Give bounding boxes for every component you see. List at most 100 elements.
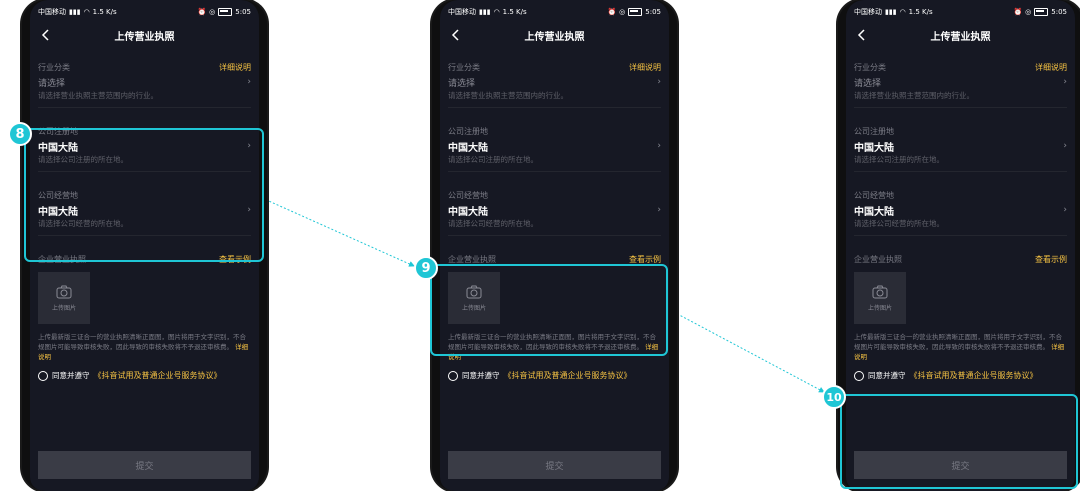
license-section: 企业营业执照 查看示例 上传图片 上传最新版三证合一的营业执照清晰正面图，图片将… [38,252,251,362]
battery-icon [628,8,643,16]
example-link[interactable]: 查看示例 [1035,254,1067,265]
wifi-icon: ◠ [83,7,90,16]
location-icon: ◎ [209,7,216,16]
alarm-icon: ⏰ [607,7,617,16]
chevron-left-icon[interactable] [38,27,54,43]
registered-section: 公司注册地 中国大陆 › 请选择公司注册的所在地。 [854,124,1067,172]
carrier-label: 中国移动 [854,8,882,16]
agreement-row[interactable]: 同意并遵守 《抖音试用及普通企业号服务协议》 [448,370,661,381]
camera-icon [872,285,888,298]
camera-icon [56,285,72,298]
operating-select[interactable]: 中国大陆 › [854,202,1067,218]
registered-value: 中国大陆 [854,142,894,154]
industry-label: 行业分类 [38,62,70,72]
industry-label: 行业分类 [448,62,480,72]
chevron-left-icon[interactable] [448,27,464,43]
page-title: 上传营业执照 [524,31,585,43]
license-label: 企业营业执照 [448,254,496,264]
chevron-right-icon: › [1063,141,1067,151]
page-title: 上传营业执照 [114,31,175,43]
industry-section: 行业分类 详细说明 请选择 › 请选择营业执照主营范围内的行业。 [448,60,661,108]
agreement-link[interactable]: 《抖音试用及普通企业号服务协议》 [94,370,222,381]
registered-value: 中国大陆 [448,142,488,154]
clock: 5:05 [1051,8,1067,16]
nav-bar: 上传营业执照 [846,24,1075,46]
registered-hint: 请选择公司注册的所在地。 [448,154,661,172]
radio-unchecked-icon[interactable] [448,370,458,381]
detail-link[interactable]: 详细说明 [219,62,251,73]
chevron-right-icon: › [247,77,251,87]
radio-unchecked-icon[interactable] [854,370,864,381]
registered-select[interactable]: 中国大陆 › [448,138,661,154]
registered-label: 公司注册地 [448,126,488,136]
location-icon: ◎ [619,7,626,16]
chevron-left-icon[interactable] [854,27,870,43]
wifi-icon: ◠ [899,7,906,16]
submit-button[interactable]: 提交 [448,451,661,479]
industry-select[interactable]: 请选择 › [448,74,661,90]
detail-link[interactable]: 详细说明 [629,62,661,73]
operating-select[interactable]: 中国大陆 › [448,202,661,218]
license-description-text: 上传最新版三证合一的营业执照清晰正面图，图片将用于文字识别，不合规图片可能导致审… [854,333,1062,351]
agreement-prefix: 同意并遵守 [52,371,90,380]
page-title: 上传营业执照 [930,31,991,43]
registered-label: 公司注册地 [854,126,894,136]
carrier-label: 中国移动 [38,8,66,16]
network-speed: 1.5 K/s [92,8,117,16]
operating-section: 公司经营地 中国大陆 › 请选择公司经营的所在地。 [854,188,1067,236]
upload-image-button[interactable]: 上传图片 [38,272,90,324]
agreement-link[interactable]: 《抖音试用及普通企业号服务协议》 [504,370,632,381]
highlight-step-10 [840,394,1078,489]
agreement-row[interactable]: 同意并遵守 《抖音试用及普通企业号服务协议》 [38,370,251,381]
license-label: 企业营业执照 [854,254,902,264]
alarm-icon: ⏰ [1013,7,1023,16]
status-bar: 中国移动 ▮▮▮ ◠ 1.5 K/s ⏰ ◎ 5:05 [846,0,1075,24]
agreement-prefix: 同意并遵守 [462,371,500,380]
license-section: 企业营业执照 查看示例 上传图片 上传最新版三证合一的营业执照清晰正面图，图片将… [854,252,1067,362]
status-bar: 中国移动 ▮▮▮ ◠ 1.5 K/s ⏰ ◎ 5:05 [440,0,669,24]
network-speed: 1.5 K/s [502,8,527,16]
license-description: 上传最新版三证合一的营业执照清晰正面图，图片将用于文字识别，不合规图片可能导致审… [854,332,1066,362]
registered-section: 公司注册地 中国大陆 › 请选择公司注册的所在地。 [448,124,661,172]
industry-value: 请选择 [854,78,882,89]
submit-button[interactable]: 提交 [38,451,251,479]
highlight-step-8 [24,128,264,262]
industry-section: 行业分类 详细说明 请选择 › 请选择营业执照主营范围内的行业。 [38,60,251,108]
battery-icon [218,8,233,16]
agreement-row[interactable]: 同意并遵守 《抖音试用及普通企业号服务协议》 [854,370,1067,381]
radio-unchecked-icon[interactable] [38,370,48,381]
industry-label: 行业分类 [854,62,886,72]
step-badge-10: 10 [822,385,846,409]
phone-screen-2: 中国移动 ▮▮▮ ◠ 1.5 K/s ⏰ ◎ 5:05 上传营业执照 行业分类 [432,0,677,491]
wifi-icon: ◠ [493,7,500,16]
operating-label: 公司经营地 [854,190,894,200]
status-bar: 中国移动 ▮▮▮ ◠ 1.5 K/s ⏰ ◎ 5:05 [30,0,259,24]
industry-hint: 请选择营业执照主营范围内的行业。 [38,90,251,108]
license-description: 上传最新版三证合一的营业执照清晰正面图，图片将用于文字识别，不合规图片可能导致审… [38,332,250,362]
industry-value: 请选择 [448,78,476,89]
industry-select[interactable]: 请选择 › [854,74,1067,90]
agreement-prefix: 同意并遵守 [868,371,906,380]
upload-image-button[interactable]: 上传图片 [854,272,906,324]
signal-icon: ▮▮▮ [885,7,897,16]
nav-bar: 上传营业执照 [30,24,259,46]
industry-select[interactable]: 请选择 › [38,74,251,90]
signal-icon: ▮▮▮ [479,7,491,16]
clock: 5:05 [645,8,661,16]
highlight-step-9 [430,264,668,356]
chevron-right-icon: › [1063,77,1067,87]
example-link[interactable]: 查看示例 [629,254,661,265]
chevron-right-icon: › [657,205,661,215]
carrier-label: 中国移动 [448,8,476,16]
operating-hint: 请选择公司经营的所在地。 [854,218,1067,236]
operating-value: 中国大陆 [448,206,488,218]
industry-section: 行业分类 详细说明 请选择 › 请选择营业执照主营范围内的行业。 [854,60,1067,108]
industry-value: 请选择 [38,78,66,89]
registered-hint: 请选择公司注册的所在地。 [854,154,1067,172]
registered-select[interactable]: 中国大陆 › [854,138,1067,154]
operating-label: 公司经营地 [448,190,488,200]
agreement-link[interactable]: 《抖音试用及普通企业号服务协议》 [910,370,1038,381]
operating-hint: 请选择公司经营的所在地。 [448,218,661,236]
detail-link[interactable]: 详细说明 [1035,62,1067,73]
alarm-icon: ⏰ [197,7,207,16]
